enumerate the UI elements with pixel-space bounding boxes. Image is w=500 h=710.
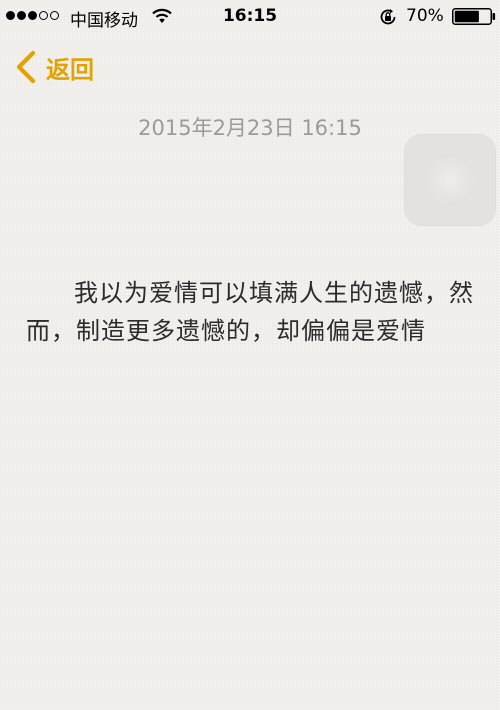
share-icon [425,155,475,205]
back-button[interactable]: 返回 [14,48,94,86]
share-button[interactable] [404,134,496,226]
status-bar: 中国移动 16:15 70% [0,0,500,32]
battery-percentage: 70% [406,6,444,26]
chevron-left-icon [16,50,36,84]
battery-icon [452,8,496,25]
note-body[interactable]: 我以为爱情可以填满人生的遗憾，然而，制造更多遗憾的，却偏偏是爱情 [26,274,474,350]
rotation-lock-icon [380,9,396,25]
back-label: 返回 [46,55,94,84]
